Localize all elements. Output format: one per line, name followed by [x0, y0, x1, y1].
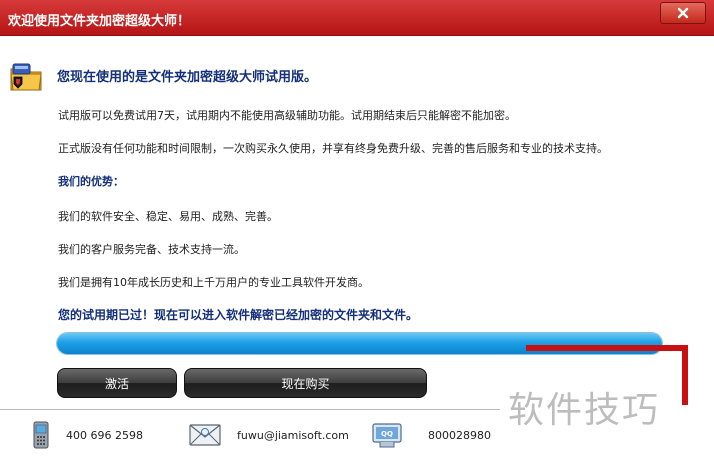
- qq-number: 800028980: [428, 429, 491, 442]
- advantage-item: 我们的软件安全、稳定、易用、成熟、完善。: [58, 210, 278, 223]
- svg-text:QQ: QQ: [381, 430, 393, 438]
- close-button[interactable]: [660, 2, 706, 24]
- window-title: 欢迎使用文件夹加密超级大师！: [8, 14, 191, 29]
- advantage-item: 我们是拥有10年成长历史和上千万用户的专业工具软件开发商。: [58, 276, 369, 289]
- close-icon: [677, 7, 689, 19]
- title-bar: 欢迎使用文件夹加密超级大师！: [0, 0, 714, 36]
- main-content: 您现在使用的是文件夹加密超级大师试用版。 试用版可以免费试用7天，试用期内不能使…: [0, 37, 714, 409]
- page-heading: 您现在使用的是文件夹加密超级大师试用版。: [57, 70, 318, 85]
- full-version-info-text: 正式版没有任何功能和时间限制，一次购买永久使用，并享有终身免费升级、完善的售后服…: [58, 142, 608, 155]
- watermark-text: 软件技巧: [508, 390, 661, 431]
- advantages-title: 我们的优势：: [58, 175, 124, 188]
- phone-number: 400 696 2598: [66, 429, 143, 442]
- buy-now-button[interactable]: 现在购买: [184, 368, 427, 398]
- phone-icon: [33, 421, 49, 449]
- trial-info-text: 试用版可以免费试用7天，试用期内不能使用高级辅助功能。试用期结束后只能解密不能加…: [58, 109, 516, 122]
- advantage-item: 我们的客户服务完备、技术支持一流。: [58, 243, 245, 256]
- email-address: fuwu@jiamisoft.com: [237, 429, 349, 442]
- activate-button[interactable]: 激活: [57, 368, 177, 398]
- trial-expired-notice: 您的试用期已过！现在可以进入软件解密已经加密的文件夹和文件。: [58, 308, 419, 322]
- contact-footer: 400 696 2598 fuwu@jiamisoft.com QQ 80002…: [0, 409, 500, 462]
- email-icon: [189, 424, 221, 446]
- folder-lock-icon: [10, 63, 42, 91]
- qq-chat-icon: QQ: [372, 423, 402, 448]
